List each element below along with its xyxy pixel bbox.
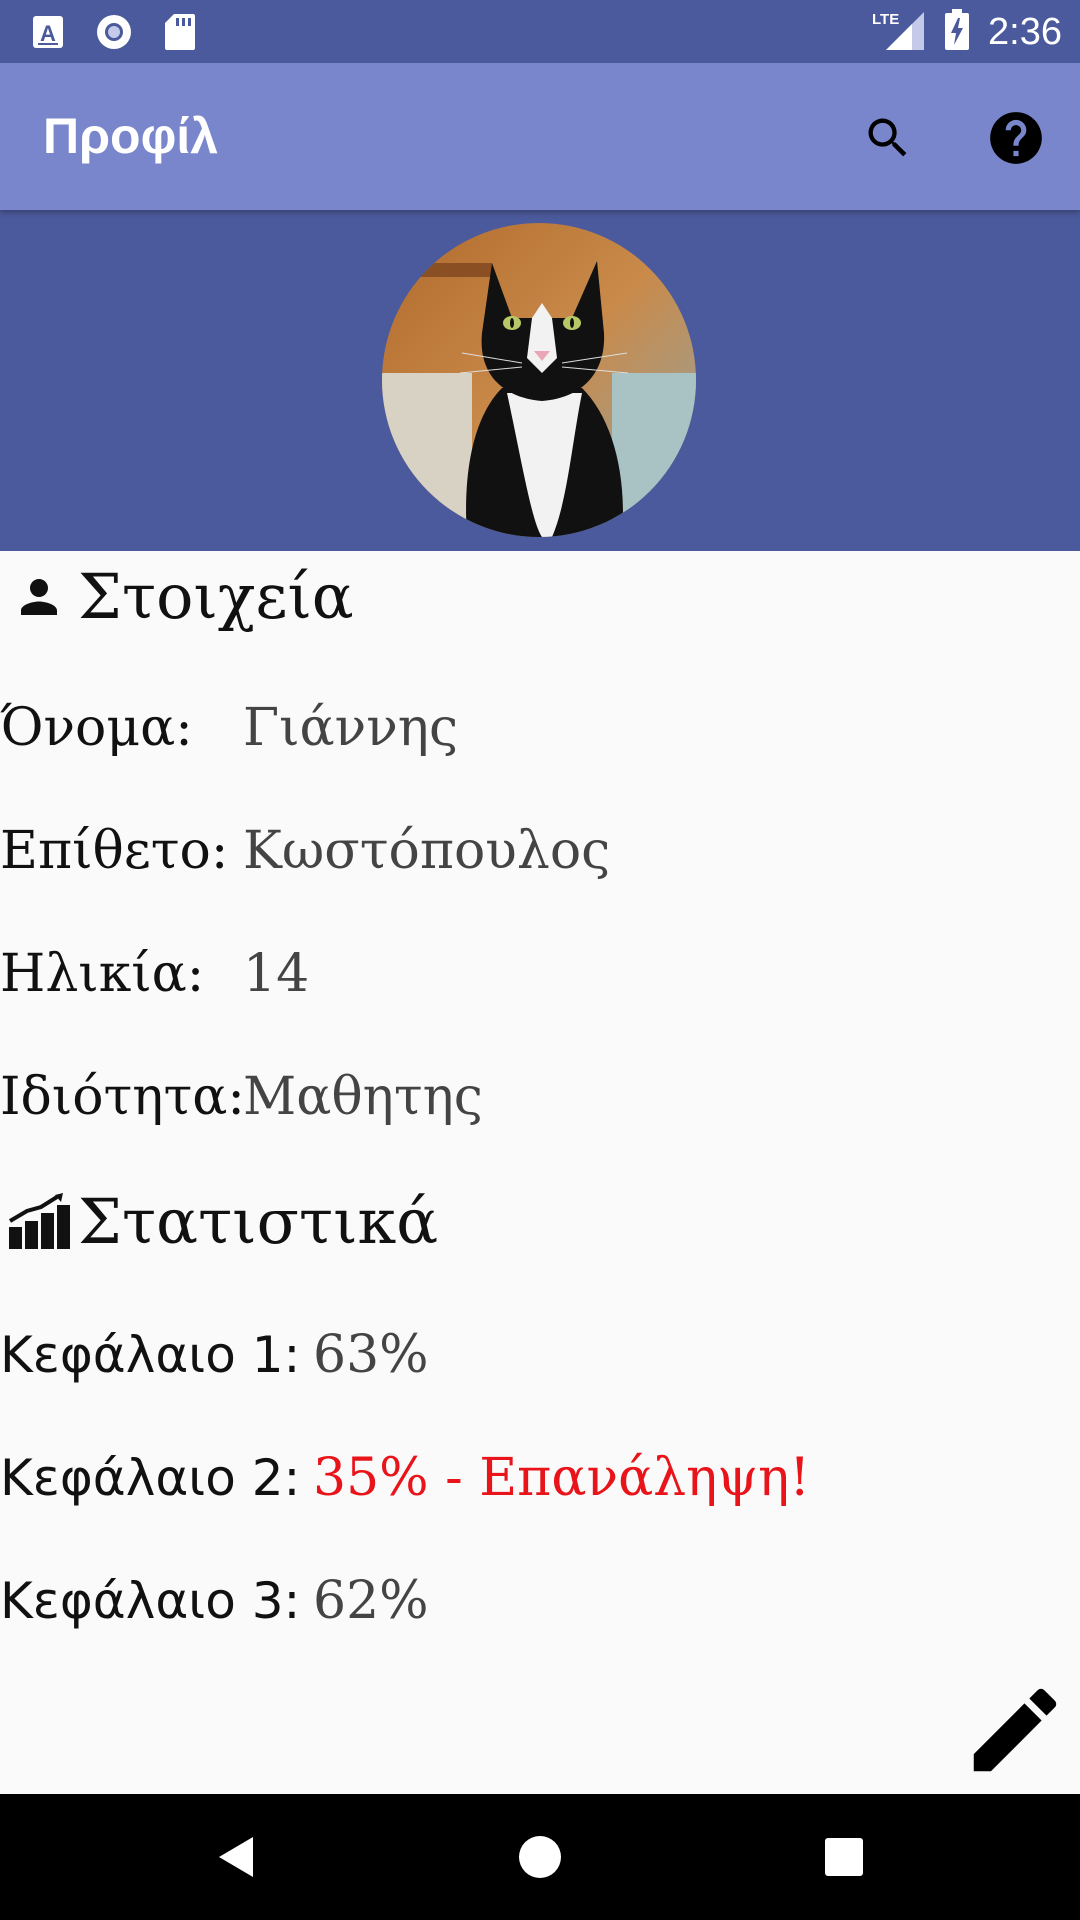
field-label: Ιδιότητα: <box>0 1067 245 1127</box>
app-bar: Προφίλ <box>0 63 1080 210</box>
sd-card-icon <box>164 13 196 55</box>
details-title: Στοιχεία <box>78 560 354 633</box>
field-value: 14 <box>243 944 310 1004</box>
recents-icon <box>825 1838 863 1876</box>
svg-text:LTE: LTE <box>872 11 899 28</box>
svg-text:A: A <box>40 21 56 46</box>
back-icon <box>219 1837 253 1877</box>
stat-label: Κεφάλαιο 2: <box>0 1449 301 1507</box>
search-icon <box>868 118 907 157</box>
bar-chart-icon <box>0 1192 78 1251</box>
status-time: 2:36 <box>988 10 1062 53</box>
person-icon <box>0 570 78 624</box>
stat-label: Κεφάλαιο 1: <box>0 1326 301 1384</box>
field-row: Ηλικία: 14 <box>0 939 309 1009</box>
details-section-title: Στοιχεία <box>0 560 354 633</box>
field-value: Μαθητης <box>243 1067 483 1127</box>
stat-value-warning: 35% - Επανάληψη! <box>313 1448 811 1508</box>
field-label: Όνομα: <box>0 698 193 758</box>
back-button[interactable] <box>196 1817 276 1897</box>
field-row: Επίθετο: Κωστόπουλος <box>0 816 610 886</box>
circle-notification-icon <box>94 12 134 56</box>
a-notification-icon: A <box>32 15 64 53</box>
search-button[interactable] <box>853 103 923 173</box>
avatar[interactable] <box>382 223 696 537</box>
stats-title: Στατιστικά <box>78 1185 439 1258</box>
cat-photo <box>382 223 696 537</box>
stat-row: Κεφάλαιο 1: 63% <box>0 1320 429 1390</box>
stat-value: 62% <box>313 1571 429 1631</box>
stat-row: Κεφάλαιο 2: 35% - Επανάληψη! <box>0 1443 810 1513</box>
signal-icon: LTE <box>872 8 926 56</box>
field-value: Κωστόπουλος <box>243 821 611 881</box>
help-icon <box>990 112 1042 164</box>
pencil-icon <box>973 1688 1057 1772</box>
field-value: Γιάννης <box>243 698 459 758</box>
home-icon <box>519 1836 561 1878</box>
field-label: Επίθετο: <box>0 821 229 881</box>
help-button[interactable] <box>981 103 1051 173</box>
stat-row: Κεφάλαιο 3: 62% <box>0 1566 429 1636</box>
status-bar: A LTE 2:36 <box>0 0 1080 63</box>
home-button[interactable] <box>500 1817 580 1897</box>
field-row: Όνομα: Γιάννης <box>0 693 458 763</box>
navigation-bar <box>0 1794 1080 1920</box>
stats-section-title: Στατιστικά <box>0 1185 438 1258</box>
page-title: Προφίλ <box>43 108 219 164</box>
battery-charging-icon <box>944 9 970 55</box>
field-row: Ιδιότητα: Μαθητης <box>0 1062 483 1132</box>
edit-button[interactable] <box>960 1675 1070 1785</box>
recents-button[interactable] <box>804 1817 884 1897</box>
stat-label: Κεφάλαιο 3: <box>0 1572 301 1630</box>
field-label: Ηλικία: <box>0 944 205 1004</box>
profile-header <box>0 210 1080 551</box>
stat-value: 63% <box>313 1325 429 1385</box>
